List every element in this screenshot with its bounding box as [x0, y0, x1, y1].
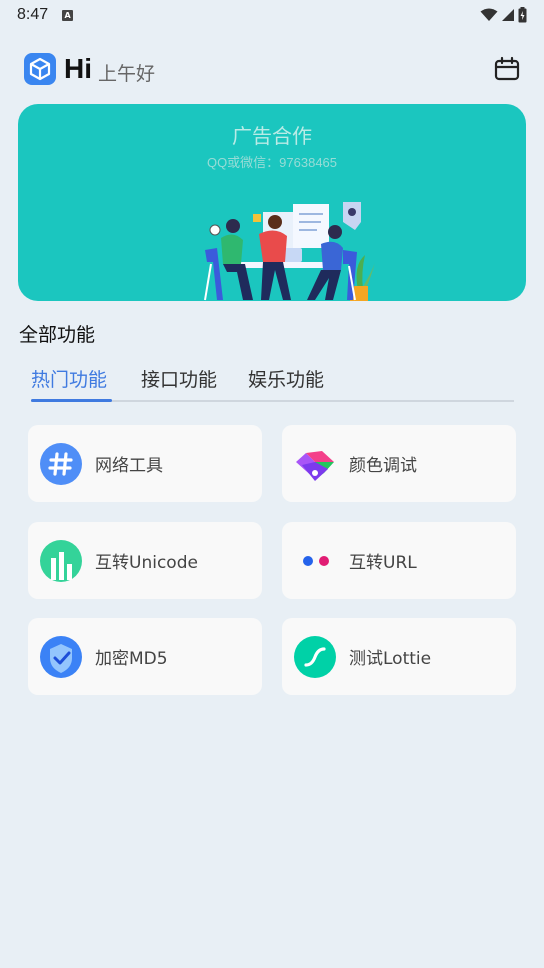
tab-api[interactable]: 接口功能	[141, 365, 217, 392]
app-header: Hi 上午好	[24, 52, 520, 86]
dots-icon	[303, 555, 329, 566]
feature-label: 颜色调试	[349, 456, 417, 476]
bar-chart-icon	[40, 539, 82, 582]
ad-banner[interactable]: 广告合作 QQ或微信：97638465	[18, 104, 526, 301]
feature-card-network[interactable]: 网络工具	[28, 425, 262, 502]
feature-label: 测试Lottie	[349, 649, 432, 669]
feature-label: 网络工具	[95, 456, 163, 476]
status-icons	[480, 7, 527, 23]
tab-indicator	[31, 399, 112, 402]
meeting-illustration	[204, 202, 375, 301]
calendar-icon[interactable]	[494, 56, 520, 82]
shield-check-icon	[40, 635, 82, 678]
signal-icon	[502, 9, 514, 21]
section-title: 全部功能	[19, 324, 96, 346]
palette-icon	[296, 450, 334, 481]
greeting-text: 上午好	[98, 62, 156, 85]
feature-card-color[interactable]: 颜色调试	[282, 425, 516, 502]
category-tabs: 热门功能 接口功能 娱乐功能	[31, 365, 514, 403]
feature-card-lottie[interactable]: 测试Lottie	[282, 618, 516, 695]
cube-logo-icon	[24, 53, 56, 85]
banner-subtitle: QQ或微信：97638465	[206, 155, 338, 170]
notification-a-icon: A	[62, 9, 74, 21]
battery-icon	[518, 7, 527, 23]
feature-card-url[interactable]: 互转URL	[282, 522, 516, 599]
lottie-icon	[294, 635, 336, 678]
banner-title: 广告合作	[232, 124, 312, 148]
status-time: 8:47	[17, 6, 49, 23]
feature-card-unicode[interactable]: 互转Unicode	[28, 522, 262, 599]
hi-title: Hi	[64, 53, 92, 84]
wifi-icon	[480, 8, 498, 21]
hash-icon	[40, 442, 82, 485]
feature-card-md5[interactable]: 加密MD5	[28, 618, 262, 695]
feature-label: 互转Unicode	[95, 553, 198, 573]
feature-label: 互转URL	[349, 553, 417, 573]
feature-label: 加密MD5	[95, 649, 168, 669]
tab-fun[interactable]: 娱乐功能	[248, 365, 324, 392]
tab-hot[interactable]: 热门功能	[31, 365, 107, 392]
status-bar: 8:47 A	[0, 0, 544, 30]
